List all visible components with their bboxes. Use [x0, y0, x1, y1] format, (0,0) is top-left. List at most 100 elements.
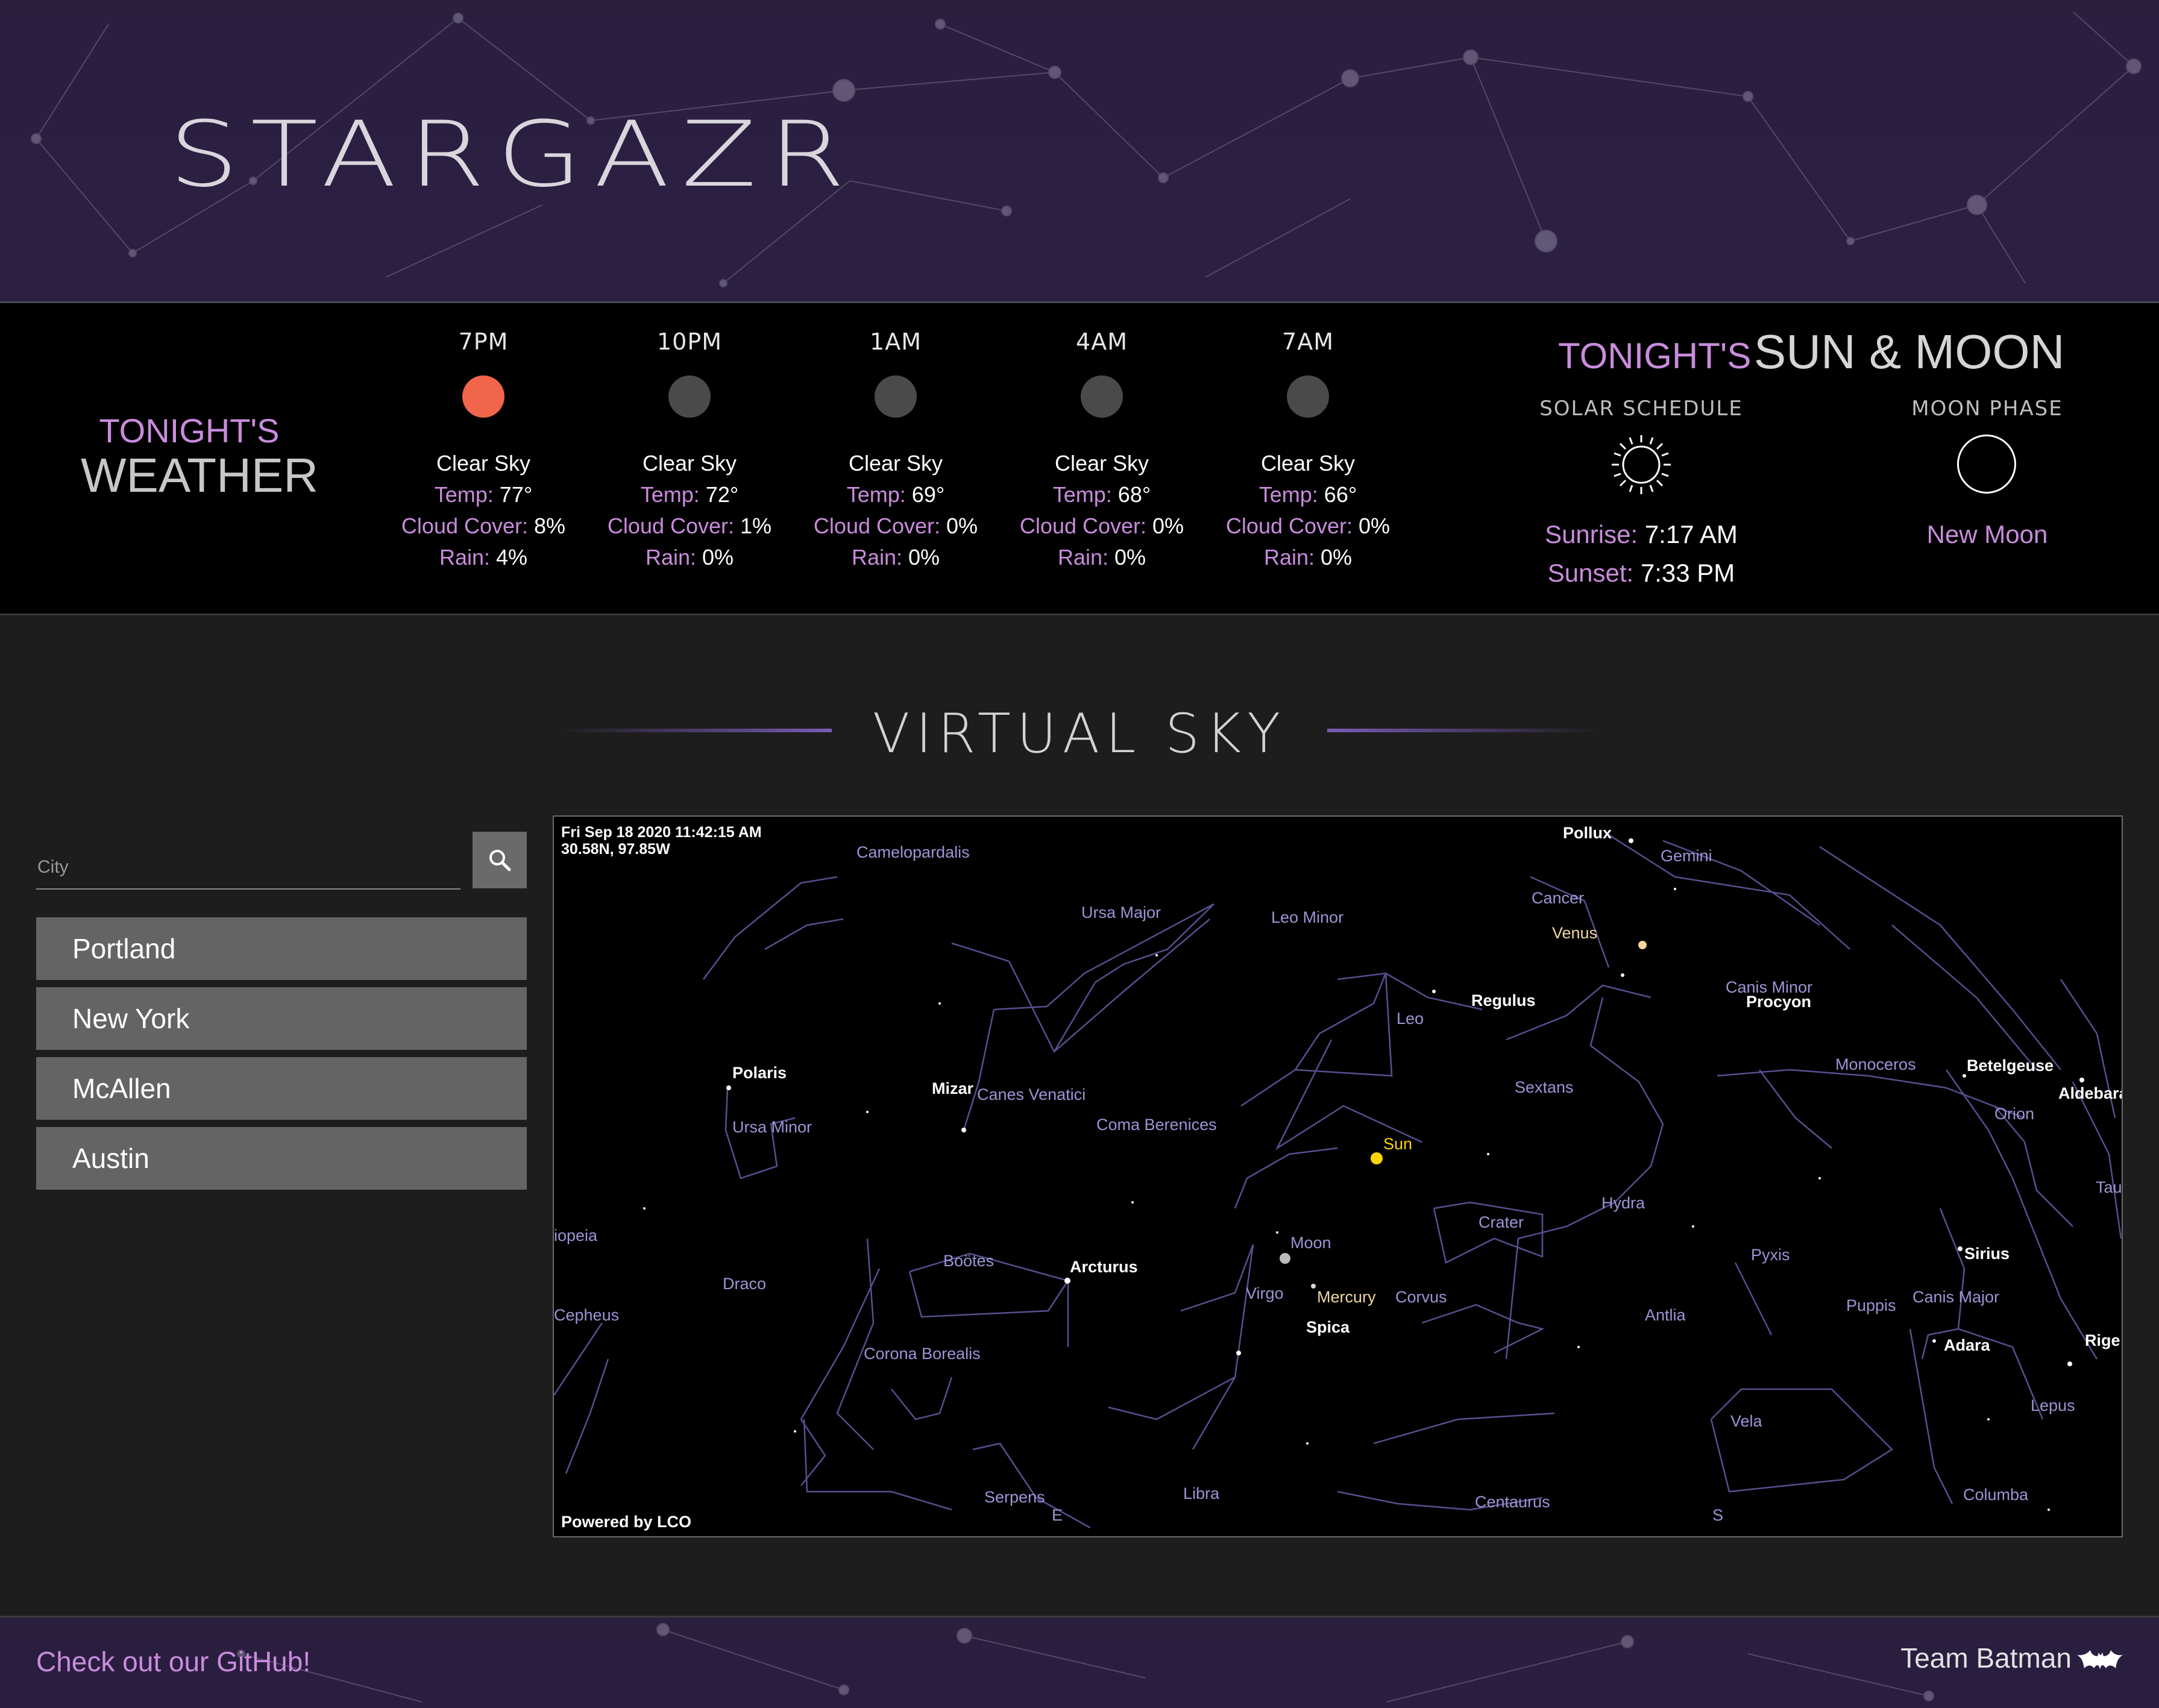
- label-orion: Orion: [1994, 1105, 2035, 1123]
- label-venus: Venus: [1552, 924, 1598, 942]
- label-leo-minor: Leo Minor: [1271, 908, 1344, 926]
- forecast-time: 7PM: [458, 328, 509, 355]
- sky-coordinates: 30.58N, 97.85W: [561, 841, 670, 858]
- label-canes-venatici: Canes Venatici: [977, 1085, 1086, 1104]
- label-procyon: Procyon: [1746, 993, 1812, 1011]
- label-lepus: Lepus: [2031, 1396, 2075, 1414]
- sky-date: Fri Sep 18 2020 11:42:15 AM: [561, 824, 762, 841]
- forecast-column: 1AM Clear Sky Temp: 69° Cloud Cover: 0% …: [805, 328, 986, 573]
- label-betelgeuse: Betelgeuse: [1967, 1057, 2054, 1075]
- sun-moon-heading-big: SUN & MOON: [1753, 325, 2065, 378]
- city-button-mcallen[interactable]: McAllen: [36, 1057, 527, 1120]
- forecast-column: 4AM Clear Sky Temp: 68° Cloud Cover: 0% …: [1011, 328, 1192, 573]
- sunrise-time: 7:17 AM: [1644, 520, 1738, 548]
- label-mizar: Mizar: [932, 1079, 974, 1097]
- rain-label: Rain:: [1057, 545, 1108, 570]
- temp-value: 72°: [705, 482, 739, 507]
- title-rule-right: [1327, 729, 1598, 732]
- label-pyxis: Pyxis: [1751, 1246, 1790, 1264]
- label-south: S: [1712, 1506, 1724, 1524]
- virtual-sky-title: VIRTUAL SKY: [872, 702, 1287, 765]
- moon-phase-value: New Moon: [1926, 520, 2048, 548]
- cloud-value: 0%: [946, 513, 978, 538]
- search-button[interactable]: [473, 832, 527, 888]
- label-arcturus: Arcturus: [1070, 1258, 1138, 1276]
- bat-logo-icon: [2077, 1650, 2123, 1669]
- constellation-background: [237, 1623, 1934, 1703]
- rain-value: 0%: [1114, 545, 1146, 570]
- label-camelopardalis: Camelopardalis: [856, 843, 970, 861]
- label-ursa-minor: Ursa Minor: [732, 1118, 812, 1136]
- label-adara: Adara: [1944, 1336, 1990, 1354]
- cloud-status-dot: [1287, 375, 1329, 418]
- rain-label: Rain:: [645, 545, 696, 570]
- cloud-status-dot: [1081, 375, 1123, 418]
- label-spica: Spica: [1306, 1318, 1350, 1336]
- forecast-time: 1AM: [870, 328, 922, 355]
- temp-value: 77°: [499, 482, 533, 507]
- sunset-label: Sunset:: [1547, 559, 1634, 587]
- cloud-label: Cloud Cover:: [607, 513, 735, 538]
- cloud-value: 8%: [534, 513, 566, 538]
- sun-moon-heading-small: TONIGHT'S: [1558, 336, 1752, 376]
- cloud-value: 0%: [1152, 513, 1184, 538]
- rain-value: 4%: [496, 545, 528, 570]
- label-puppis: Puppis: [1846, 1296, 1896, 1314]
- cloud-label: Cloud Cover:: [1225, 513, 1353, 538]
- label-sextans: Sextans: [1515, 1078, 1574, 1096]
- label-columba: Columba: [1963, 1486, 2029, 1504]
- forecast-time: 10PM: [656, 328, 723, 355]
- label-cancer: Cancer: [1532, 889, 1585, 907]
- forecast-condition: Clear Sky: [1054, 451, 1149, 476]
- cloud-status-dot: [875, 375, 917, 418]
- rain-value: 0%: [702, 545, 734, 570]
- label-rigel: Rige: [2085, 1331, 2120, 1349]
- temp-label: Temp:: [1259, 482, 1318, 507]
- city-button-austin[interactable]: Austin: [36, 1127, 527, 1190]
- sunrise-label: Sunrise:: [1545, 520, 1638, 548]
- label-polaris: Polaris: [732, 1064, 787, 1082]
- label-cepheus: Cepheus: [554, 1306, 620, 1324]
- sunrise-line: Sunrise: 7:17 AM: [1515, 520, 1768, 549]
- team-name: Team Batman: [1900, 1642, 2072, 1674]
- virtual-sky-map[interactable]: Fri Sep 18 2020 11:42:15 AM 30.58N, 97.8…: [553, 815, 2123, 1537]
- label-sun: Sun: [1383, 1135, 1413, 1153]
- weather-heading-big: WEATHER: [81, 448, 319, 502]
- city-search-field: [36, 832, 460, 890]
- rain-value: 0%: [1321, 545, 1353, 570]
- label-gemini: Gemini: [1661, 847, 1712, 865]
- cloud-label: Cloud Cover:: [813, 513, 941, 538]
- label-vela: Vela: [1730, 1412, 1762, 1430]
- cloud-label: Cloud Cover:: [1019, 513, 1147, 538]
- label-regulus: Regulus: [1471, 991, 1536, 1009]
- github-link[interactable]: Check out our GitHub!: [36, 1645, 310, 1678]
- rain-label: Rain:: [1263, 545, 1315, 570]
- label-moon: Moon: [1290, 1234, 1331, 1252]
- temp-value: 68°: [1117, 482, 1151, 507]
- forecast-time: 7AM: [1282, 328, 1334, 355]
- temp-value: 69°: [911, 482, 945, 507]
- cloud-status-dot: [462, 375, 504, 418]
- weather-panel: TONIGHT'S WEATHER 7PM Clear Sky Temp: 77…: [0, 303, 2159, 614]
- city-button-portland[interactable]: Portland: [36, 917, 527, 980]
- sun-moon-heading: TONIGHT'S SUN & MOON: [1558, 324, 2064, 380]
- sunset-line: Sunset: 7:33 PM: [1515, 559, 1768, 588]
- header-banner: STARGAZR: [0, 0, 2159, 301]
- weather-divider: [0, 614, 2159, 615]
- label-sirius: Sirius: [1964, 1245, 2010, 1263]
- temp-label: Temp:: [846, 482, 906, 507]
- label-centaurus: Centaurus: [1475, 1493, 1550, 1511]
- forecast-condition: Clear Sky: [848, 451, 943, 476]
- city-input[interactable]: [36, 832, 460, 888]
- temp-label: Temp:: [434, 482, 494, 507]
- label-canis-major: Canis Major: [1912, 1288, 2000, 1306]
- label-ursa-major: Ursa Major: [1081, 903, 1161, 922]
- search-icon: [489, 850, 511, 871]
- rain-value: 0%: [908, 545, 940, 570]
- label-bootes: Boötes: [943, 1252, 995, 1270]
- label-cassiopeia: iopeia: [554, 1226, 598, 1245]
- label-libra: Libra: [1183, 1484, 1220, 1502]
- forecast-time: 4AM: [1076, 328, 1128, 355]
- label-leo: Leo: [1397, 1009, 1424, 1028]
- city-button-new-york[interactable]: New York: [36, 987, 527, 1050]
